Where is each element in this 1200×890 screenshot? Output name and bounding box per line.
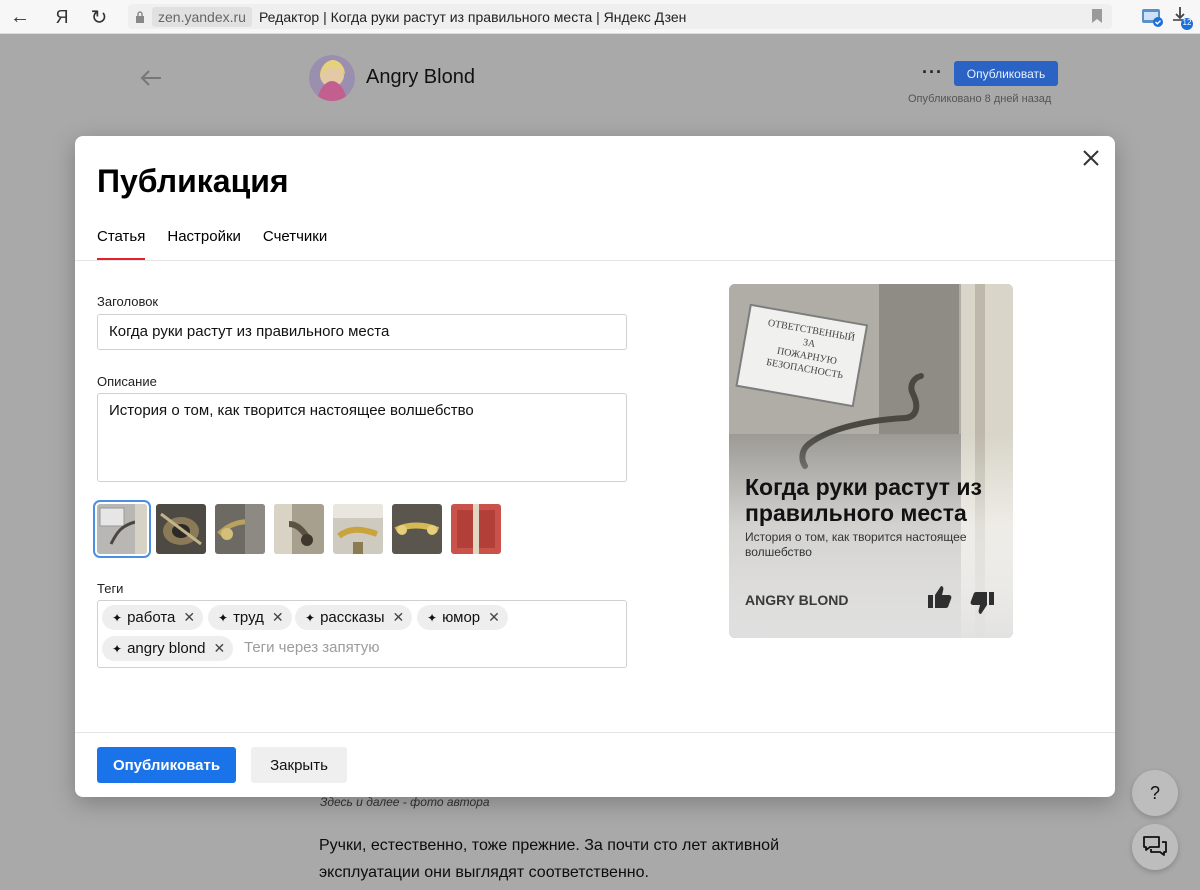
cover-thumbnail[interactable]	[156, 504, 206, 554]
editor-back-arrow-icon[interactable]	[140, 62, 162, 93]
preview-author: ANGRY BLOND	[745, 592, 849, 608]
cover-thumbnail[interactable]	[93, 500, 151, 558]
downloads-icon[interactable]: 12	[1172, 6, 1196, 35]
cover-thumbnail[interactable]	[333, 504, 383, 554]
tab-counters[interactable]: Счетчики	[263, 228, 327, 261]
sparkle-icon: ✦	[427, 610, 438, 625]
author-name: Angry Blond	[366, 66, 475, 88]
lock-icon	[128, 10, 152, 23]
heading-label: Заголовок	[97, 294, 159, 309]
avatar[interactable]	[309, 55, 355, 101]
chat-button[interactable]	[1132, 824, 1178, 870]
publish-button[interactable]: Опубликовать	[97, 747, 236, 783]
remove-tag-icon[interactable]: ✕	[272, 609, 284, 626]
sparkle-icon: ✦	[112, 641, 123, 656]
close-button[interactable]: Закрыть	[251, 747, 347, 783]
tag-label: работа	[127, 609, 176, 626]
editor-publish-button[interactable]: Опубликовать	[954, 61, 1058, 86]
tags-input[interactable]: ✦ работа ✕ ✦ труд ✕ ✦ рассказы ✕ ✦ юмор …	[97, 600, 627, 668]
tag-label: юмор	[442, 609, 481, 626]
back-arrow-icon[interactable]: ←	[8, 5, 32, 29]
help-button[interactable]: ?	[1132, 770, 1178, 816]
tag-label: angry blond	[127, 640, 206, 657]
tag-chip[interactable]: ✦ angry blond ✕	[102, 636, 234, 661]
preview-title: Когда руки растут из правильного места	[745, 474, 982, 526]
bookmark-icon[interactable]	[1092, 9, 1102, 26]
tab-settings[interactable]: Настройки	[167, 228, 241, 261]
downloads-badge: 12	[1182, 18, 1192, 27]
thumbs-up-icon	[927, 584, 953, 615]
sparkle-icon: ✦	[218, 610, 229, 625]
cover-thumbnail[interactable]	[451, 504, 501, 554]
tab-article[interactable]: Статья	[97, 228, 146, 261]
cover-thumbnail[interactable]	[274, 504, 324, 554]
remove-tag-icon[interactable]: ✕	[392, 609, 404, 626]
close-icon[interactable]	[1079, 146, 1103, 170]
tags-label: Теги	[97, 581, 124, 596]
modal-tabs: Статья Настройки Счетчики	[97, 228, 327, 261]
remove-tag-icon[interactable]: ✕	[488, 609, 500, 626]
browser-toolbar: ← Я ↻ zen.yandex.ru Редактор | Когда рук…	[0, 0, 1200, 34]
article-paragraph: Ручки, естественно, тоже прежние. За поч…	[319, 837, 779, 881]
heading-input[interactable]: Когда руки растут из правильного места	[97, 314, 627, 350]
address-page-title: Редактор | Когда руки растут из правильн…	[258, 8, 687, 25]
published-status: Опубликовано 8 дней назад	[908, 93, 1052, 105]
preview-description: История о том, как творится настоящее во…	[745, 530, 967, 559]
footer-divider	[75, 732, 1115, 733]
description-textarea[interactable]: История о том, как творится настоящее во…	[97, 393, 627, 482]
cover-thumbnail[interactable]	[392, 504, 442, 554]
photo-caption: Здесь и далее - фото автора	[320, 795, 490, 809]
tag-chip[interactable]: ✦ юмор ✕	[417, 605, 508, 630]
cover-thumbnail[interactable]	[215, 504, 265, 554]
address-bar[interactable]: zen.yandex.ru Редактор | Когда руки раст…	[128, 4, 1112, 29]
sparkle-icon: ✦	[112, 610, 123, 625]
remove-tag-icon[interactable]: ✕	[213, 640, 225, 657]
thumbs-down-icon	[969, 590, 995, 621]
description-label: Описание	[97, 374, 157, 389]
tag-chip[interactable]: ✦ труд ✕	[208, 605, 292, 630]
reload-icon[interactable]: ↻	[87, 5, 111, 29]
sparkle-icon: ✦	[305, 610, 316, 625]
publish-modal: Публикация Статья Настройки Счетчики Заг…	[75, 136, 1115, 797]
address-domain: zen.yandex.ru	[152, 6, 252, 27]
yandex-logo-icon[interactable]: Я	[50, 5, 74, 29]
tag-label: труд	[233, 609, 264, 626]
collections-icon[interactable]	[1141, 6, 1165, 33]
remove-tag-icon[interactable]: ✕	[183, 609, 195, 626]
tabs-divider	[75, 260, 1115, 261]
tag-chip[interactable]: ✦ рассказы ✕	[295, 605, 413, 630]
chat-icon	[1143, 836, 1167, 856]
cover-thumbnails	[93, 500, 501, 558]
tag-label: рассказы	[320, 609, 385, 626]
card-preview: ОТВЕТСТВЕННЫЙ ЗА ПОЖАРНУЮ БЕЗОПАСНОСТЬ К…	[729, 284, 1013, 638]
tag-chip[interactable]: ✦ работа ✕	[102, 605, 204, 630]
tags-placeholder[interactable]: Теги через запятую	[244, 639, 380, 656]
modal-title: Публикация	[97, 163, 289, 199]
more-options-icon[interactable]: ···	[922, 62, 943, 83]
